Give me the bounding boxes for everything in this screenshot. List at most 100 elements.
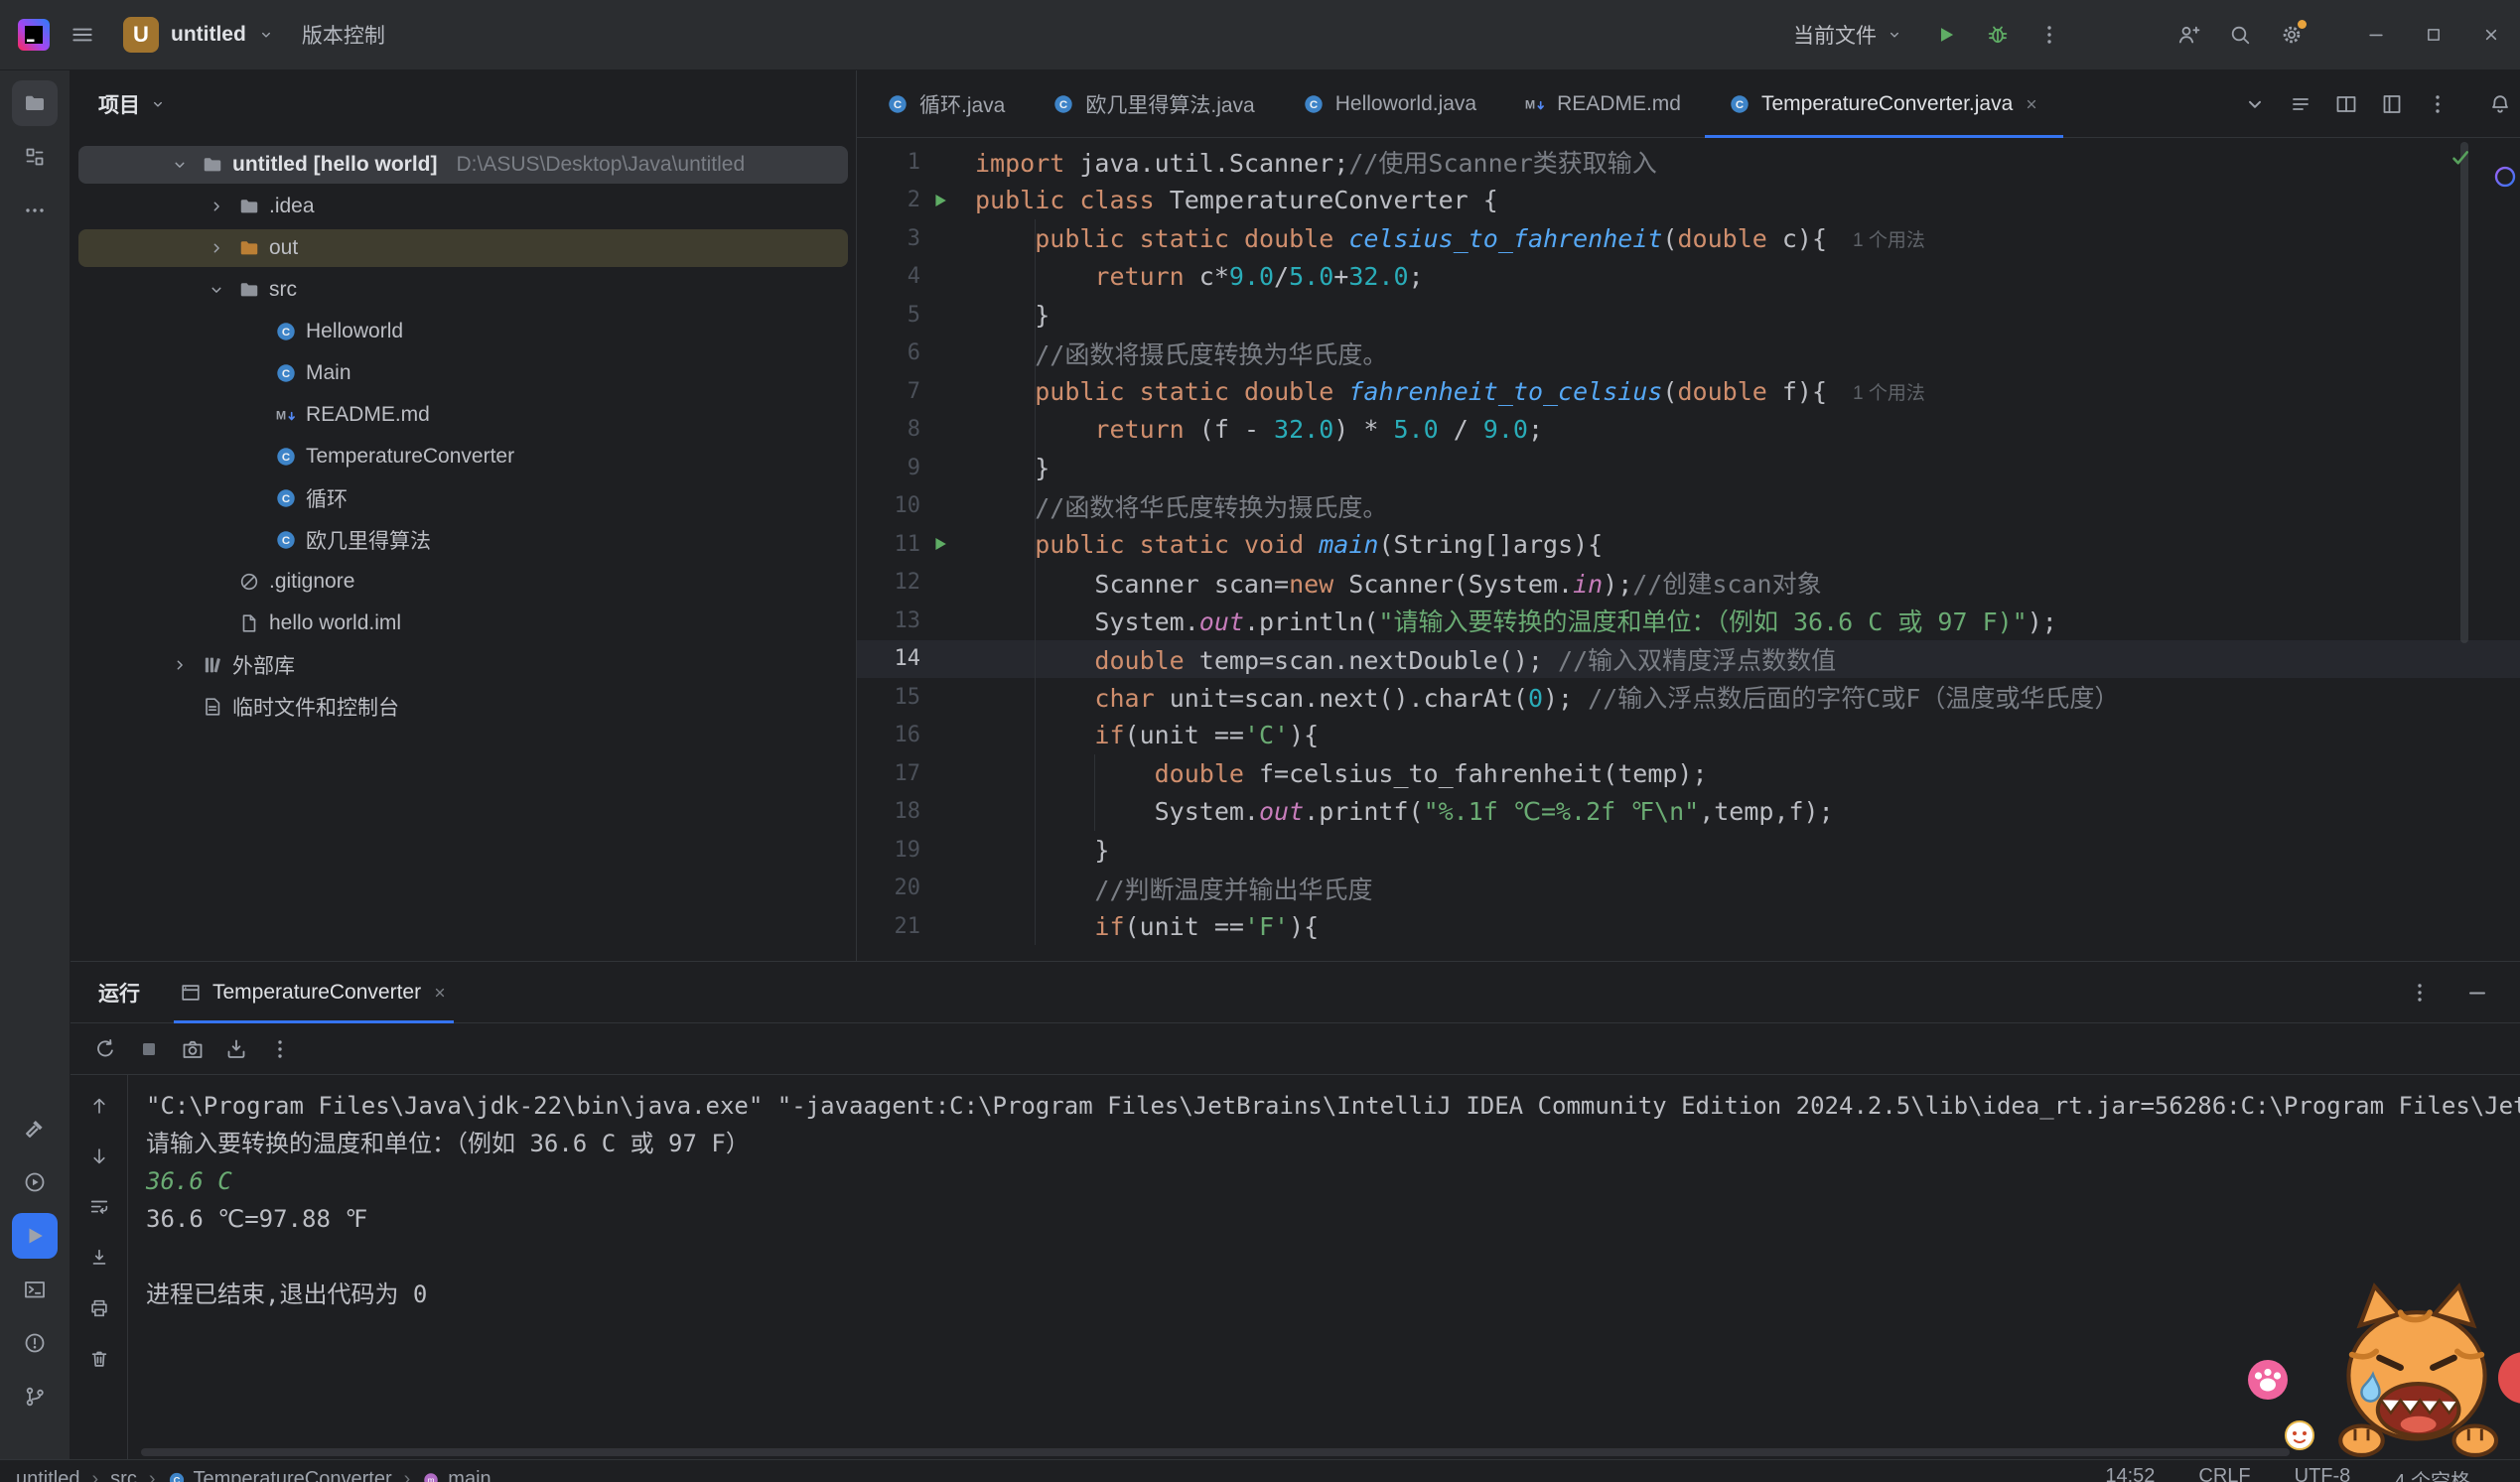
inspections-ok-icon[interactable] [2449, 146, 2472, 170]
close-icon[interactable] [432, 985, 448, 1001]
main-menu-icon[interactable] [70, 22, 95, 48]
code-line[interactable]: 1import java.util.Scanner;//使用Scanner类获取… [857, 143, 2520, 182]
project-folder-tool-button[interactable] [12, 80, 58, 126]
code-line[interactable]: 8 return (f - 32.0) * 5.0 / 9.0; [857, 411, 2520, 450]
chevron-down-icon[interactable] [208, 281, 225, 299]
code-line[interactable]: 19 } [857, 831, 2520, 870]
vcs-widget[interactable]: 版本控制 [302, 20, 385, 50]
code-line[interactable]: 17 double f=celsius_to_fahrenheit(temp); [857, 754, 2520, 793]
code-line[interactable]: 18 System.out.printf("%.1f ℃=%.2f ℉\n",t… [857, 793, 2520, 832]
editor-code[interactable]: 1import java.util.Scanner;//使用Scanner类获取… [857, 138, 2520, 961]
tree-item[interactable]: hello world.iml [70, 603, 856, 644]
code-line[interactable]: 9 } [857, 449, 2520, 487]
search-everywhere-button[interactable] [2218, 13, 2262, 57]
tree-item[interactable]: .idea [70, 186, 856, 227]
project-panel-header[interactable]: 项目 [70, 70, 856, 138]
terminal-tool-button[interactable] [12, 1267, 58, 1312]
console-soft-wrap-button[interactable] [82, 1190, 116, 1224]
line-separator[interactable]: CRLF [2198, 1465, 2250, 1482]
tree-item[interactable]: .gitignore [70, 561, 856, 603]
code-with-me-button[interactable] [2167, 13, 2210, 57]
code-line[interactable]: 16 if(unit =='C'){ [857, 717, 2520, 755]
project-widget[interactable]: U untitled [115, 11, 282, 59]
code-line[interactable]: 4 return c*9.0/5.0+32.0; [857, 258, 2520, 297]
run-button[interactable] [1924, 13, 1968, 57]
run-toolbar-stop-button[interactable] [132, 1032, 166, 1066]
tree-item[interactable]: 临时文件和控制台 [70, 686, 856, 728]
console-output[interactable]: "C:\Program Files\Java\jdk-22\bin\java.e… [128, 1075, 2520, 1459]
code-line[interactable]: 13 System.out.println("请输入要转换的温度和单位：（例如 … [857, 602, 2520, 640]
editor-tab[interactable]: C循环.java [863, 70, 1029, 137]
code-line[interactable]: 2public class TemperatureConverter { [857, 182, 2520, 220]
chevron-right-icon[interactable] [171, 656, 189, 674]
run-configuration-selector[interactable]: 当前文件 [1779, 20, 1916, 50]
run-gutter-icon[interactable] [930, 191, 950, 210]
console-scroll-end-button[interactable] [82, 1241, 116, 1275]
run-toolbar-export-button[interactable] [219, 1032, 253, 1066]
code-line[interactable]: 6 //函数将摄氏度转换为华氏度。 [857, 335, 2520, 373]
tab-action-book[interactable] [2375, 87, 2409, 121]
build-tool-button[interactable] [12, 1106, 58, 1151]
editor-tab[interactable]: CHelloworld.java [1279, 70, 1500, 137]
tree-item[interactable]: 外部库 [70, 644, 856, 686]
more-run-actions-button[interactable] [2028, 13, 2071, 57]
tree-item[interactable]: CMain [70, 352, 856, 394]
run-toolbar-camera-button[interactable] [176, 1032, 210, 1066]
console-print-button[interactable] [82, 1291, 116, 1325]
code-line[interactable]: 12 Scanner scan=new Scanner(System.in);/… [857, 564, 2520, 603]
close-button[interactable] [2462, 0, 2520, 70]
editor-tab[interactable]: MREADME.md [1500, 70, 1705, 137]
tree-item[interactable]: C欧几里得算法 [70, 519, 856, 561]
settings-button[interactable] [2270, 13, 2313, 57]
code-line[interactable]: 14 double temp=scan.nextDouble(); //输入双精… [857, 640, 2520, 679]
code-line[interactable]: 20 //判断温度并输出华氏度 [857, 870, 2520, 908]
ai-assistant-icon[interactable] [2492, 164, 2518, 190]
debug-button[interactable] [1976, 13, 2020, 57]
horizontal-scrollbar[interactable] [141, 1448, 2290, 1456]
code-line[interactable]: 3 public static double celsius_to_fahren… [857, 219, 2520, 258]
structure-tool-button[interactable] [12, 134, 58, 180]
console-trash-button[interactable] [82, 1342, 116, 1376]
console-arrow-up-button[interactable] [82, 1089, 116, 1123]
run-header-minimize-button[interactable] [2460, 976, 2494, 1010]
breadcrumb-item[interactable]: mmain [422, 1468, 490, 1482]
services-tool-button[interactable] [12, 1159, 58, 1205]
more-tool-windows-tool-button[interactable] [12, 188, 58, 233]
run-gutter-icon[interactable] [930, 534, 950, 554]
notifications-bell-icon[interactable] [2488, 92, 2512, 116]
tree-item[interactable]: CTemperatureConverter [70, 436, 856, 477]
tree-item[interactable]: C循环 [70, 477, 856, 519]
editor-tab[interactable]: CTemperatureConverter.java [1705, 70, 2063, 137]
code-line[interactable]: 15 char unit=scan.next().charAt(0); //输入… [857, 678, 2520, 717]
tree-item[interactable]: untitled [hello world]D:\ASUS\Desktop\Ja… [70, 144, 856, 186]
breadcrumb-item[interactable]: untitled [16, 1468, 80, 1482]
tab-action-list[interactable] [2284, 87, 2317, 121]
console-arrow-down-button[interactable] [82, 1140, 116, 1173]
version-control-tool-button[interactable] [12, 1374, 58, 1419]
tree-item[interactable]: CHelloworld [70, 311, 856, 352]
breadcrumb-item[interactable]: src [110, 1468, 137, 1482]
tab-action-chevron-down[interactable] [2238, 87, 2272, 121]
tree-item[interactable]: src [70, 269, 856, 311]
problems-tool-button[interactable] [12, 1320, 58, 1366]
tree-item[interactable]: MREADME.md [70, 394, 856, 436]
run-header-more-v-button[interactable] [2403, 976, 2437, 1010]
chevron-down-icon[interactable] [171, 156, 189, 174]
code-line[interactable]: 21 if(unit =='F'){ [857, 907, 2520, 946]
run-toolbar-more-v-button[interactable] [263, 1032, 297, 1066]
code-line[interactable]: 10 //函数将华氏度转换为摄氏度。 [857, 487, 2520, 526]
code-line[interactable]: 5 } [857, 296, 2520, 335]
minimize-button[interactable] [2347, 0, 2405, 70]
tab-action-more-v[interactable] [2421, 87, 2454, 121]
caret-position[interactable]: 14:52 [2105, 1465, 2155, 1482]
breadcrumb-item[interactable]: CTemperatureConverter [168, 1468, 392, 1482]
run-tool-button[interactable] [12, 1213, 58, 1259]
run-toolbar-rerun-button[interactable] [88, 1032, 122, 1066]
tree-item[interactable]: out [70, 227, 856, 269]
code-line[interactable]: 11 public static void main(String[]args)… [857, 525, 2520, 564]
editor-tab[interactable]: C欧几里得算法.java [1029, 70, 1278, 137]
tab-action-split[interactable] [2329, 87, 2363, 121]
maximize-button[interactable] [2405, 0, 2462, 70]
usage-inlay-hint[interactable]: 1 个用法 [1853, 378, 1925, 405]
chevron-right-icon[interactable] [208, 198, 225, 215]
